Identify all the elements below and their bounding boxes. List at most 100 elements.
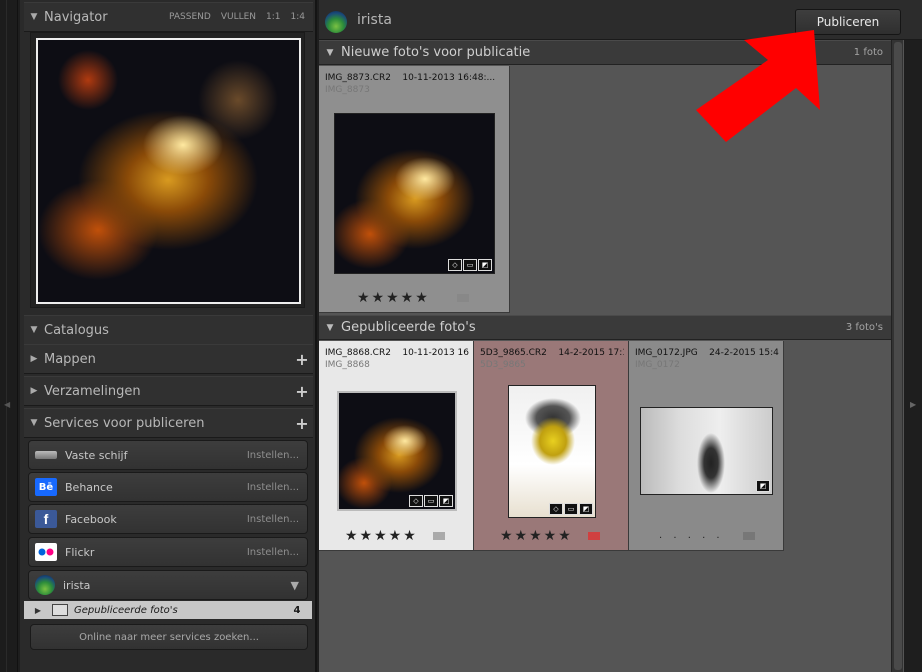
photo-name: 5D3_9865 <box>480 360 526 370</box>
photo-cell[interactable]: IMG_8873.CR2 10-11-2013 16:48:... IMG_88… <box>319 66 510 313</box>
photo-info: 5D3_9865.CR2 14-2-2015 17:1... 5D3_9865 <box>480 347 624 371</box>
photo-info: IMG_8868.CR2 10-11-2013 16:... IMG_8868 <box>325 347 469 371</box>
edit-badge-icon: ◩ <box>579 503 593 515</box>
file-name: IMG_0172.JPG <box>635 348 698 358</box>
zoom-fill[interactable]: VULLEN <box>221 12 256 22</box>
irista-globe-icon <box>325 11 347 33</box>
mappen-title: Mappen <box>44 351 96 367</box>
service-facebook[interactable]: f Facebook Instellen... <box>28 504 308 534</box>
photo-thumbnail[interactable]: ◇ ▭ ◩ <box>334 113 495 274</box>
add-service-icon[interactable]: + <box>291 414 313 433</box>
catalogus-header[interactable]: ▼ Catalogus <box>24 315 313 345</box>
keyword-badge-icon: ◇ <box>549 503 563 515</box>
triangle-right-icon[interactable]: ▶ <box>24 606 52 615</box>
navigator-preview-image <box>36 38 301 304</box>
star-rating[interactable]: ★★★★★ <box>357 290 430 306</box>
zoom-fit[interactable]: PASSEND <box>169 12 211 22</box>
add-folder-icon[interactable]: + <box>291 350 313 369</box>
service-behance[interactable]: Bē Behance Instellen... <box>28 472 308 502</box>
photo-thumbnail[interactable]: ◩ <box>640 407 773 495</box>
triangle-down-icon: ▼ <box>326 322 334 333</box>
triangle-right-icon: ▶ <box>30 354 38 364</box>
red-annotation-arrow-icon <box>696 30 820 142</box>
collapse-left-icon[interactable]: ◀ <box>4 400 10 409</box>
photo-name: IMG_0172 <box>635 360 680 370</box>
service-name: irista <box>63 578 91 592</box>
irista-globe-icon <box>35 575 55 595</box>
photo-cell-selected[interactable]: IMG_8868.CR2 10-11-2013 16:... IMG_8868 … <box>319 341 474 551</box>
flickr-icon <box>35 543 57 561</box>
navigator-preview[interactable] <box>30 32 305 308</box>
mappen-header[interactable]: ▶ Mappen + <box>24 344 313 374</box>
service-setup-link[interactable]: Instellen... <box>247 514 299 525</box>
photo-info: IMG_0172.JPG 24-2-2015 15:4... IMG_0172 <box>635 347 779 371</box>
service-setup-link[interactable]: Instellen... <box>247 547 299 558</box>
add-collection-icon[interactable]: + <box>291 382 313 401</box>
capture-date: 14-2-2015 17:1... <box>558 348 624 358</box>
lightroom-window: ◀ ▼ Navigator PASSEND VULLEN 1:1 1:4 ▼ C… <box>0 0 922 672</box>
services-header[interactable]: ▼ Services voor publiceren + <box>24 408 313 438</box>
triangle-down-icon: ▼ <box>326 47 334 58</box>
photo-info: IMG_8873.CR2 10-11-2013 16:48:... IMG_88… <box>325 72 505 96</box>
file-name: IMG_8868.CR2 <box>325 348 391 358</box>
navigator-title: Navigator <box>44 9 108 25</box>
section-title: Gepubliceerde foto's <box>341 320 476 335</box>
service-irista[interactable]: irista ▼ <box>28 570 308 600</box>
crop-badge-icon: ▭ <box>564 503 578 515</box>
service-name: Facebook <box>65 512 117 526</box>
zoom-1-1[interactable]: 1:1 <box>266 12 280 22</box>
verzamelingen-header[interactable]: ▶ Verzamelingen + <box>24 376 313 406</box>
expand-right-icon[interactable]: ▶ <box>910 400 916 409</box>
capture-date: 10-11-2013 16:48:... <box>402 73 496 83</box>
find-more-services-button[interactable]: Online naar meer services zoeken... <box>30 624 308 650</box>
edge-divider <box>6 0 7 672</box>
scrollbar-thumb[interactable] <box>894 42 902 670</box>
right-panel-edge[interactable]: ▶ <box>904 40 922 672</box>
photo-thumbnail[interactable]: ◇ ▭ ◩ <box>337 391 457 511</box>
triangle-down-icon: ▼ <box>30 12 38 22</box>
facebook-icon: f <box>35 510 57 528</box>
navigator-header[interactable]: ▼ Navigator PASSEND VULLEN 1:1 1:4 <box>24 2 313 32</box>
star-rating[interactable]: · · · · · <box>659 533 724 544</box>
hard-drive-icon <box>35 451 57 459</box>
edit-badge-icon: ◩ <box>478 259 492 271</box>
collection-count: 4 <box>293 604 301 616</box>
service-hard-drive[interactable]: Vaste schijf Instellen... <box>28 440 308 470</box>
triangle-down-icon: ▼ <box>30 418 38 428</box>
star-rating[interactable]: ★★★★★ <box>345 528 418 544</box>
photo-cell[interactable]: 5D3_9865.CR2 14-2-2015 17:1... 5D3_9865 … <box>474 341 629 551</box>
thumbnail-badges: ◇ ▭ ◩ <box>448 259 492 271</box>
color-label-red[interactable] <box>588 532 600 540</box>
service-setup-link[interactable]: Instellen... <box>247 482 299 493</box>
chevron-down-icon[interactable]: ▼ <box>291 579 299 592</box>
triangle-right-icon: ▶ <box>30 386 38 396</box>
photo-cell[interactable]: IMG_0172.JPG 24-2-2015 15:4... IMG_0172 … <box>629 341 784 551</box>
main-grid-area: irista Publiceren ▼ Nieuwe foto's voor p… <box>319 0 922 672</box>
star-rating[interactable]: ★★★★★ <box>500 528 573 544</box>
photo-thumbnail[interactable]: ◇ ▭ ◩ <box>508 385 596 518</box>
zoom-1-4[interactable]: 1:4 <box>291 12 305 22</box>
photo-name: IMG_8868 <box>325 360 370 370</box>
section-count: 1 foto <box>853 47 883 58</box>
service-flickr[interactable]: Flickr Instellen... <box>28 537 308 567</box>
grid-scrollbar[interactable] <box>891 40 903 672</box>
service-setup-link[interactable]: Instellen... <box>247 450 299 461</box>
crop-badge-icon: ▭ <box>424 495 438 507</box>
published-photos-header[interactable]: ▼ Gepubliceerde foto's 3 foto's <box>319 315 891 340</box>
file-name: 5D3_9865.CR2 <box>480 348 547 358</box>
keyword-badge-icon: ◇ <box>448 259 462 271</box>
color-label[interactable] <box>743 532 755 540</box>
publish-toolbar: irista Publiceren <box>319 0 922 40</box>
color-label[interactable] <box>433 532 445 540</box>
published-collection-icon <box>52 604 68 616</box>
crop-badge-icon: ▭ <box>463 259 477 271</box>
published-collection-row[interactable]: ▶ Gepubliceerde foto's 4 <box>24 601 312 619</box>
service-name: Flickr <box>65 545 95 559</box>
behance-icon: Bē <box>35 478 57 496</box>
left-panel-edge[interactable]: ◀ <box>0 0 18 672</box>
section-count: 3 foto's <box>845 322 883 333</box>
navigator-zoom-options: PASSEND VULLEN 1:1 1:4 <box>169 12 305 22</box>
edit-badge-icon: ◩ <box>439 495 453 507</box>
color-label[interactable] <box>457 294 469 302</box>
services-title: Services voor publiceren <box>44 415 205 431</box>
